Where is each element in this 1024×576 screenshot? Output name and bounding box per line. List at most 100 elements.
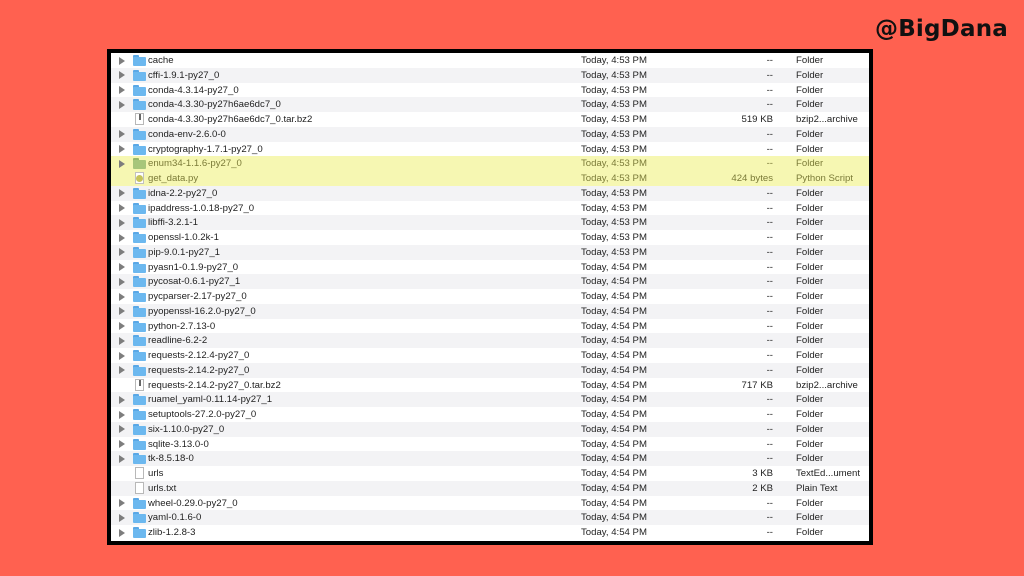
- file-name: get_data.py: [148, 173, 199, 184]
- disclosure-triangle-icon[interactable]: [119, 395, 125, 404]
- disclosure-triangle-icon[interactable]: [119, 528, 125, 537]
- file-row[interactable]: cache Today, 4:53 PM -- Folder: [111, 53, 869, 68]
- disclosure-triangle-icon[interactable]: [119, 513, 125, 522]
- folder-icon: [133, 350, 146, 361]
- disclosure-triangle-icon[interactable]: [119, 307, 125, 316]
- file-row[interactable]: openssl-1.0.2k-1 Today, 4:53 PM -- Folder: [111, 230, 869, 245]
- file-size: --: [766, 394, 773, 406]
- file-kind: Folder: [796, 202, 824, 214]
- file-row[interactable]: pycparser-2.17-py27_0 Today, 4:54 PM -- Fol…: [111, 289, 869, 304]
- disclosure-triangle-icon[interactable]: [119, 499, 125, 507]
- file-row[interactable]: ipaddress-1.0.18-py27_0 Today, 4:53 PM -- F…: [111, 200, 869, 216]
- disclosure-triangle-icon[interactable]: [119, 159, 125, 168]
- file-name: pip-9.0.1-py27_1: [148, 246, 221, 258]
- file-date-modified: Today, 4:54 PM: [581, 276, 647, 288]
- file-date-modified: Today, 4:54 PM: [581, 350, 647, 361]
- disclosure-triangle-icon[interactable]: [119, 425, 125, 434]
- file-row[interactable]: conda-4.3.14-py27_0 Today, 4:53 PM -- Folde…: [111, 82, 869, 98]
- file-row[interactable]: zlib-1.2.8-3 Today, 4:54 PM -- Folder: [111, 525, 869, 540]
- file-size: --: [766, 187, 773, 199]
- file-row[interactable]: yaml-0.1.6-0 Today, 4:54 PM -- Folder: [111, 510, 869, 525]
- disclosure-triangle-icon[interactable]: [119, 322, 125, 330]
- file-kind: Folder: [796, 232, 824, 243]
- file-name: cffi-1.9.1-py27_0: [148, 69, 220, 81]
- file-row[interactable]: libffi-3.2.1-1 Today, 4:53 PM -- Folder: [111, 215, 869, 230]
- file-kind: Folder: [796, 99, 824, 111]
- file-row[interactable]: urls.txt Today, 4:54 PM 2 KB Plain Text: [111, 480, 869, 496]
- file-date-modified: Today, 4:54 PM: [581, 394, 647, 406]
- file-row[interactable]: requests-2.12.4-py27_0 Today, 4:54 PM -- Fo…: [111, 348, 869, 363]
- folder-icon: [133, 55, 146, 66]
- file-row[interactable]: pip-9.0.1-py27_1 Today, 4:53 PM -- Folder: [111, 244, 869, 260]
- file-row[interactable]: sqlite-3.13.0-0 Today, 4:54 PM -- Folder: [111, 436, 869, 452]
- file-size: --: [766, 232, 773, 243]
- file-row[interactable]: requests-2.14.2-py27_0.tar.bz2 Today, 4:5…: [111, 377, 869, 393]
- file-row[interactable]: urls Today, 4:54 PM 3 KB TextEd...ument: [111, 466, 869, 481]
- file-row[interactable]: tk-8.5.18-0 Today, 4:54 PM -- Folder: [111, 451, 869, 466]
- folder-icon: [133, 69, 146, 81]
- file-row[interactable]: setuptools-27.2.0-py27_0 Today, 4:54 PM --…: [111, 407, 869, 422]
- file-row[interactable]: conda-4.3.30-py27h6ae6dc7_0.tar.bz2 Today…: [111, 112, 869, 127]
- file-date-modified: Today, 4:53 PM: [581, 128, 647, 140]
- file-date-modified: Today, 4:54 PM: [581, 468, 647, 479]
- file-row[interactable]: wheel-0.29.0-py27_0 Today, 4:54 PM -- Folde…: [111, 495, 869, 511]
- folder-icon: [133, 261, 146, 273]
- file-date-modified: Today, 4:53 PM: [581, 84, 647, 96]
- author-handle: @BigDana: [875, 16, 1008, 42]
- file-row[interactable]: pycosat-0.6.1-py27_1 Today, 4:54 PM -- Fold…: [111, 274, 869, 289]
- disclosure-triangle-icon[interactable]: [119, 248, 125, 257]
- file-row[interactable]: cffi-1.9.1-py27_0 Today, 4:53 PM -- Folder: [111, 67, 869, 83]
- file-row[interactable]: conda-env-2.6.0-0 Today, 4:53 PM -- Folder: [111, 126, 869, 142]
- disclosure-triangle-icon[interactable]: [119, 351, 125, 360]
- file-size: --: [766, 527, 773, 538]
- file-row[interactable]: idna-2.2-py27_0 Today, 4:53 PM -- Folder: [111, 185, 869, 201]
- disclosure-triangle-icon[interactable]: [119, 263, 125, 271]
- disclosure-triangle-icon[interactable]: [119, 233, 125, 242]
- file-kind: Folder: [796, 409, 824, 420]
- disclosure-triangle-icon[interactable]: [119, 145, 125, 153]
- file-row[interactable]: six-1.10.0-py27_0 Today, 4:54 PM -- Folder: [111, 421, 869, 437]
- disclosure-triangle-icon[interactable]: [119, 56, 125, 65]
- file-name: requests-2.12.4-py27_0: [148, 350, 250, 361]
- file-row[interactable]: pyopenssl-16.2.0-py27_0 Today, 4:54 PM -- F…: [111, 303, 869, 319]
- file-name: libffi-3.2.1-1: [148, 217, 198, 229]
- file-name: conda-4.3.30-py27h6ae6dc7_0: [148, 99, 281, 111]
- file-kind: Python Script: [796, 173, 854, 184]
- disclosure-triangle-icon[interactable]: [119, 71, 125, 80]
- disclosure-triangle-icon[interactable]: [119, 218, 125, 227]
- file-size: --: [766, 261, 773, 273]
- disclosure-triangle-icon[interactable]: [119, 366, 125, 375]
- file-row[interactable]: python-2.7.13-0 Today, 4:54 PM -- Folder: [111, 318, 869, 334]
- file-size: --: [766, 305, 773, 317]
- file-kind: Plain Text: [796, 482, 838, 494]
- disclosure-triangle-icon[interactable]: [119, 454, 125, 463]
- file-date-modified: Today, 4:53 PM: [581, 173, 647, 184]
- disclosure-triangle-icon[interactable]: [119, 189, 125, 198]
- file-size: --: [766, 335, 773, 347]
- file-row[interactable]: get_data.py Today, 4:53 PM 424 bytes Python…: [111, 171, 869, 186]
- file-date-modified: Today, 4:54 PM: [581, 379, 647, 391]
- file-row[interactable]: cryptography-1.7.1-py27_0 Today, 4:53 PM -…: [111, 141, 869, 157]
- file-size: --: [766, 364, 773, 376]
- disclosure-triangle-icon[interactable]: [119, 336, 125, 345]
- file-row[interactable]: requests-2.14.2-py27_0 Today, 4:54 PM -- Fo…: [111, 362, 869, 378]
- file-name: cache: [148, 55, 174, 66]
- file-row[interactable]: ruamel_yaml-0.11.14-py27_1 Today, 4:54 PM…: [111, 392, 869, 407]
- file-row[interactable]: pyasn1-0.1.9-py27_0 Today, 4:54 PM -- Folde…: [111, 259, 869, 275]
- file-row[interactable]: readline-6.2-2 Today, 4:54 PM -- Folder: [111, 333, 869, 348]
- disclosure-triangle-icon[interactable]: [119, 277, 125, 286]
- disclosure-triangle-icon[interactable]: [119, 130, 125, 139]
- disclosure-triangle-icon[interactable]: [119, 204, 125, 212]
- disclosure-triangle-icon[interactable]: [119, 100, 125, 109]
- file-kind: Folder: [796, 497, 824, 509]
- file-size: --: [766, 55, 773, 66]
- file-row[interactable]: enum34-1.1.6-py27_0 Today, 4:53 PM -- Folde…: [111, 156, 869, 171]
- disclosure-triangle-icon[interactable]: [119, 440, 125, 448]
- file-name: pycparser-2.17-py27_0: [148, 291, 247, 302]
- file-row[interactable]: conda-4.3.30-py27h6ae6dc7_0 Today, 4:53 P…: [111, 97, 869, 112]
- disclosure-triangle-icon[interactable]: [119, 410, 125, 419]
- disclosure-triangle-icon[interactable]: [119, 292, 125, 301]
- disclosure-triangle-icon[interactable]: [119, 86, 125, 94]
- folder-icon: [133, 409, 146, 420]
- file-date-modified: Today, 4:53 PM: [581, 143, 647, 155]
